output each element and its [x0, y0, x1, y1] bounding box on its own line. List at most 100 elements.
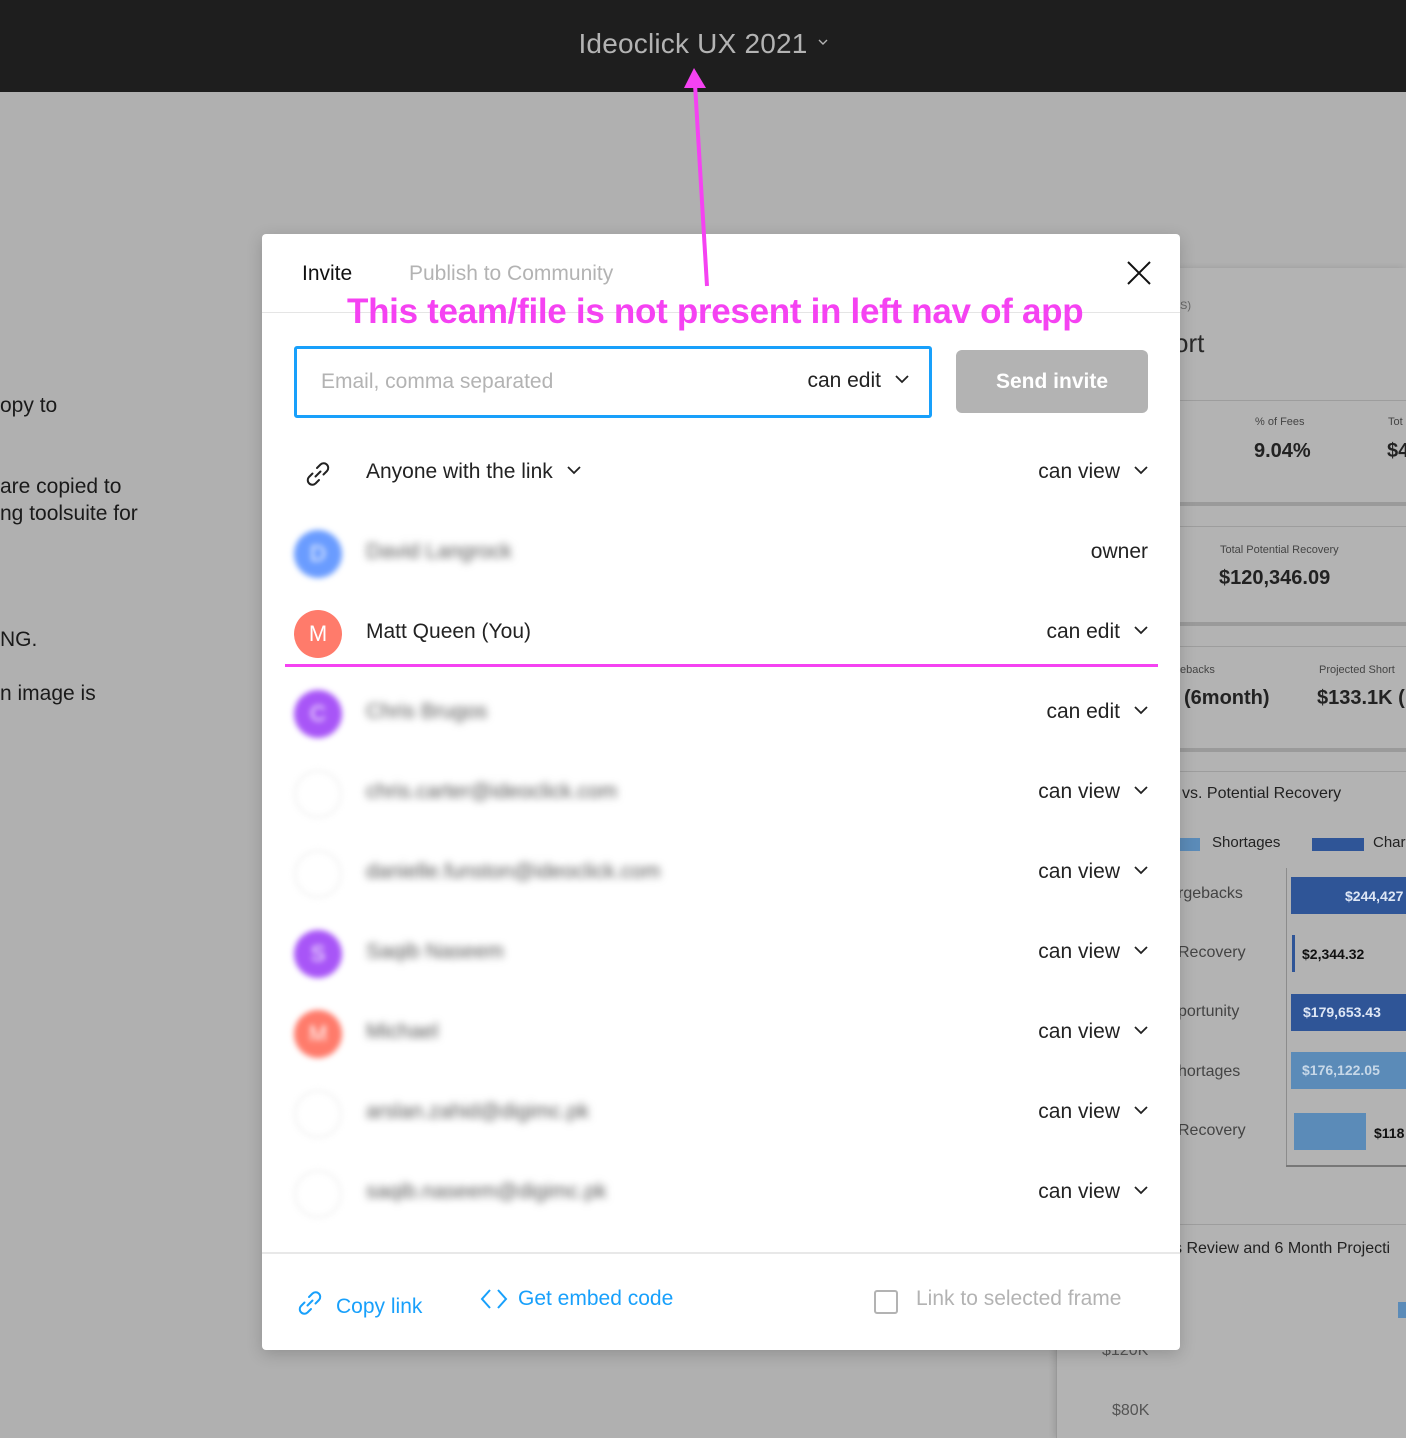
invite-email-input[interactable] [321, 367, 741, 397]
avatar [294, 1090, 342, 1138]
member-name: arslan.zahid@digimc.pk [366, 1100, 590, 1123]
chart-axis-horizontal [1286, 1165, 1406, 1167]
avatar [294, 770, 342, 818]
avatar: C [294, 690, 342, 738]
chevron-down-icon [1134, 466, 1148, 475]
copy-link-label: Copy link [336, 1295, 423, 1318]
close-icon[interactable] [1126, 260, 1152, 286]
footer-divider [262, 1252, 1180, 1254]
member-role-dropdown[interactable]: can view [1038, 1180, 1148, 1204]
kpi-value: $133.1K ( [1317, 687, 1405, 709]
link-to-selected-frame-checkbox[interactable] [874, 1290, 898, 1314]
member-row: C Chris Brugos can edit [294, 686, 1148, 742]
chevron-down-icon [1134, 1106, 1148, 1115]
avatar [294, 850, 342, 898]
chevron-down-icon [1134, 626, 1148, 635]
kpi-value: 9.04% [1254, 440, 1311, 462]
chart-bar-label: $244,427 [1345, 888, 1404, 904]
tab-publish-to-community[interactable]: Publish to Community [409, 262, 613, 286]
kpi-label: ebacks [1180, 664, 1215, 676]
avatar [294, 1170, 342, 1218]
member-name: chris.carter@ideoclick.com [366, 780, 618, 803]
chevron-down-icon [1134, 946, 1148, 955]
legend-label: Char [1373, 834, 1406, 851]
link-to-selected-frame-label: Link to selected frame [916, 1287, 1122, 1310]
canvas-text-line: ng toolsuite for [0, 502, 138, 525]
member-role-label: owner [1090, 540, 1148, 563]
member-name: saqib.naseem@digimc.pk [366, 1180, 607, 1203]
member-role-dropdown[interactable]: can view [1038, 940, 1148, 964]
member-role-dropdown[interactable]: can view [1038, 860, 1148, 884]
member-row: D David Langrock owner [294, 526, 1148, 582]
send-invite-button[interactable]: Send invite [956, 350, 1148, 413]
chart-frame-edge [1056, 1348, 1057, 1438]
chevron-down-icon [818, 39, 828, 45]
avatar: S [294, 930, 342, 978]
member-row: S Saqib Naseem can view [294, 926, 1148, 982]
chart-card-divider [1180, 771, 1406, 772]
member-role-label: can edit [1046, 620, 1120, 643]
link-access-role-dropdown[interactable]: can view [1038, 460, 1148, 484]
legend-swatch-shortages [1180, 838, 1200, 851]
copy-link-button[interactable]: Copy link [294, 1287, 422, 1319]
chevron-down-icon [895, 375, 909, 384]
share-dialog: Invite Publish to Community can edit Sen… [262, 234, 1180, 1350]
canvas-text-left: opy to are copied to ng toolsuite for NG… [0, 92, 262, 1438]
member-role-dropdown[interactable]: can view [1038, 1100, 1148, 1124]
member-role-dropdown[interactable]: can view [1038, 780, 1148, 804]
kpi-label: Total Potential Recovery [1220, 544, 1339, 556]
chart-bar [1398, 1302, 1406, 1318]
code-icon [480, 1289, 508, 1309]
canvas-text-line: are copied to [0, 475, 122, 498]
member-role-dropdown[interactable]: can edit [1046, 620, 1148, 644]
kpi-value: (6month) [1184, 687, 1270, 709]
chart-category: Recovery [1178, 1122, 1246, 1139]
link-access-dropdown[interactable]: Anyone with the link [366, 460, 581, 484]
member-role-label: can edit [1046, 700, 1120, 723]
annotation-text: This team/file is not present in left na… [347, 292, 1084, 331]
chart-bar [1292, 935, 1295, 972]
chart-title: s Review and 6 Month Projecti [1174, 1240, 1391, 1257]
kpi-label: Projected Short [1319, 664, 1395, 676]
canvas-text-line: opy to [0, 394, 58, 417]
avatar: D [294, 530, 342, 578]
chart-card-divider [1180, 1224, 1406, 1225]
chart-bar-label: $118 [1374, 1125, 1405, 1141]
get-embed-code-button[interactable]: Get embed code [480, 1287, 673, 1311]
member-row: chris.carter@ideoclick.com can view [294, 766, 1148, 822]
member-role-label: can view [1038, 1180, 1120, 1203]
member-role-label: can view [1038, 1100, 1120, 1123]
member-role-dropdown[interactable]: can view [1038, 1020, 1148, 1044]
member-row: arslan.zahid@digimc.pk can view [294, 1086, 1148, 1142]
chart-category: Recovery [1178, 944, 1246, 961]
link-access-row: Anyone with the link can view [294, 446, 1148, 502]
chevron-down-icon [1134, 866, 1148, 875]
member-role-dropdown[interactable]: can edit [1046, 700, 1148, 724]
tab-invite[interactable]: Invite [302, 262, 352, 286]
link-icon [306, 462, 330, 486]
member-role-label: can view [1038, 1020, 1120, 1043]
canvas-text-line: n image is [0, 682, 96, 705]
invite-email-field-container: can edit [294, 346, 932, 418]
member-name: Chris Brugos [366, 700, 488, 723]
chevron-down-icon [1134, 1186, 1148, 1195]
file-title-dropdown[interactable]: Ideoclick UX 2021 [0, 28, 1406, 60]
embed-code-label: Get embed code [518, 1287, 674, 1310]
chart-axis-vertical [1286, 868, 1287, 1166]
chevron-down-icon [1134, 1026, 1148, 1035]
invite-permission-dropdown[interactable]: can edit [807, 369, 909, 393]
chart-category: portunity [1178, 1003, 1240, 1020]
invite-permission-value: can edit [807, 369, 881, 392]
member-role: owner [1091, 540, 1148, 564]
link-icon [298, 1291, 322, 1315]
member-row: danielle.funston@ideoclick.com can view [294, 846, 1148, 902]
kpi-value: $120,346.09 [1219, 567, 1331, 589]
member-name: danielle.funston@ideoclick.com [366, 860, 661, 883]
member-row: M Matt Queen (You) can edit [294, 606, 1148, 662]
annotation-underline [285, 664, 1158, 667]
chevron-down-icon [567, 466, 581, 475]
canvas-text-line: NG. [0, 628, 38, 651]
legend-label: Shortages [1212, 834, 1281, 851]
kpi-label: Tot [1388, 416, 1403, 428]
member-row: M Michael can view [294, 1006, 1148, 1062]
